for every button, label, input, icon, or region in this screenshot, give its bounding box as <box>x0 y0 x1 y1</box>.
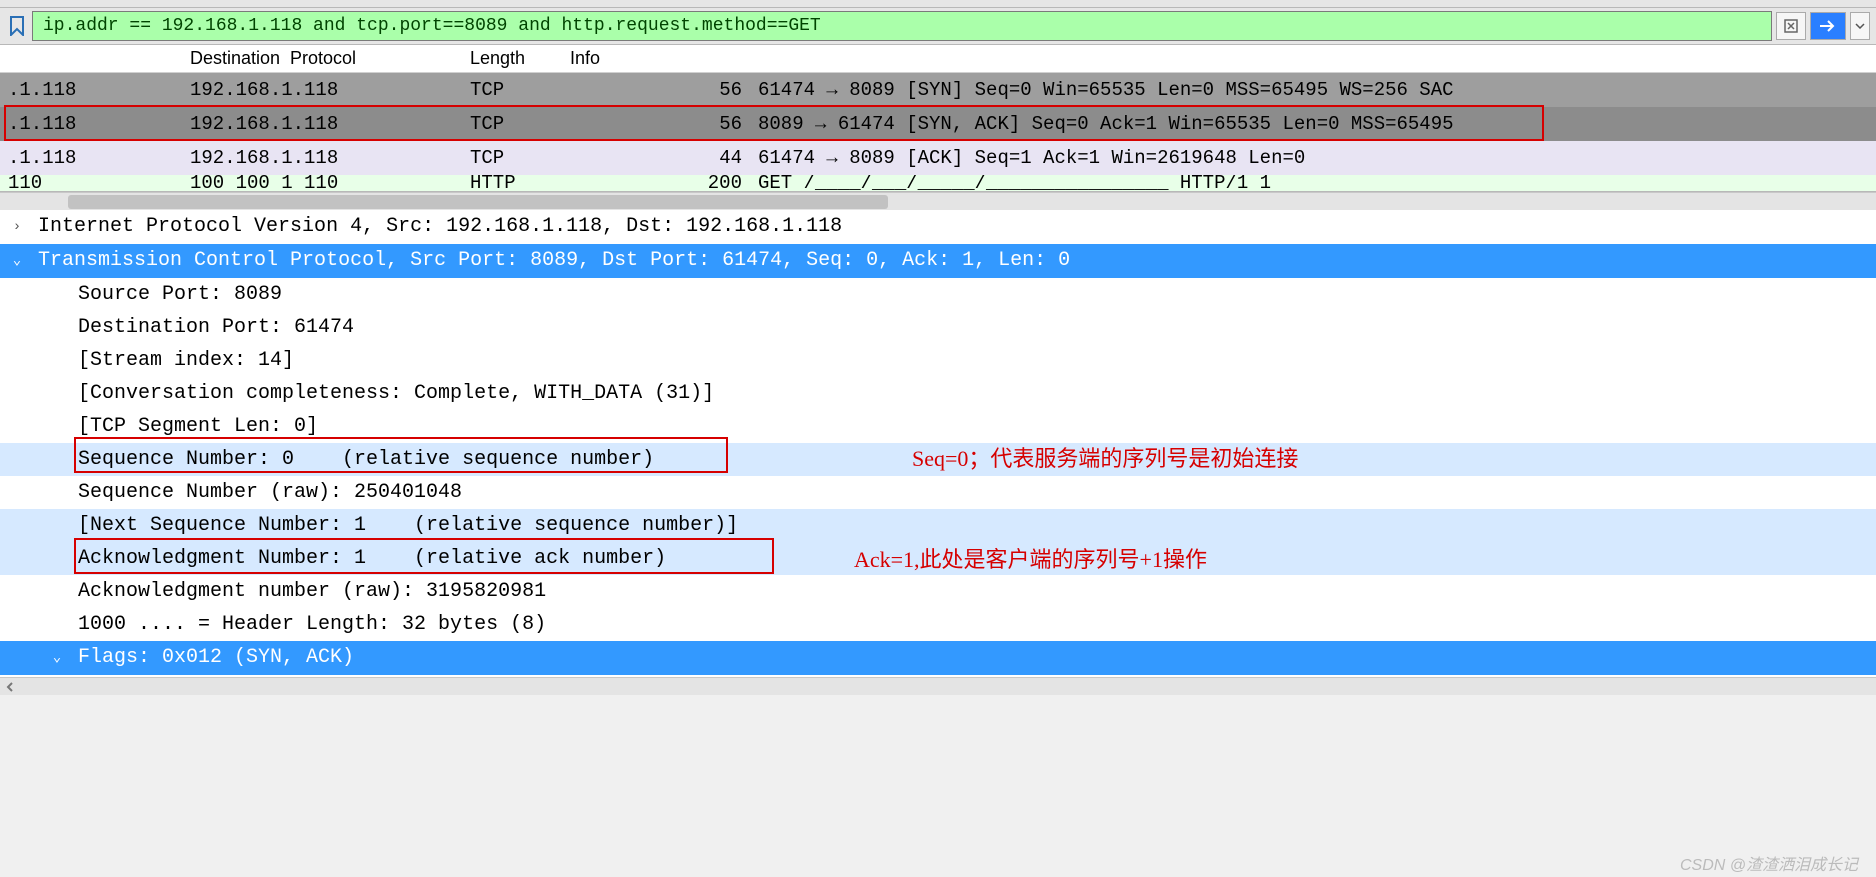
chevron-down-icon[interactable]: ⌄ <box>48 642 66 675</box>
col-info[interactable]: Info <box>560 48 1876 69</box>
chevron-right-icon[interactable]: › <box>8 211 26 244</box>
packet-row-selected[interactable]: .1.118 192.168.1.118 TCP 56 8089 → 61474… <box>0 107 1876 141</box>
packet-row[interactable]: .1.118 192.168.1.118 TCP 44 61474 → 8089… <box>0 141 1876 175</box>
tree-seg-len[interactable]: [TCP Segment Len: 0] <box>0 410 1876 443</box>
tree-header-len[interactable]: 1000 .... = Header Length: 32 bytes (8) <box>0 608 1876 641</box>
filter-dropdown-button[interactable] <box>1850 12 1870 40</box>
packet-row[interactable]: .1.118 192.168.1.118 TCP 56 61474 → 8089… <box>0 73 1876 107</box>
packet-list-header[interactable]: Destination Protocol Length Info <box>0 45 1876 73</box>
bookmark-icon[interactable] <box>6 15 28 37</box>
watermark-text: CSDN @渣渣洒泪成长记 <box>1680 851 1858 875</box>
scroll-left-icon[interactable] <box>3 680 17 694</box>
display-filter-input[interactable] <box>32 11 1772 41</box>
toolbar-edge <box>0 0 1876 8</box>
chevron-down-icon[interactable]: ⌄ <box>8 245 26 278</box>
tree-dst-port[interactable]: Destination Port: 61474 <box>0 311 1876 344</box>
detail-hscroll[interactable] <box>0 677 1876 695</box>
scrollbar-thumb[interactable] <box>68 195 888 209</box>
tree-stream-index[interactable]: [Stream index: 14] <box>0 344 1876 377</box>
annotation-seq-text: Seq=0；代表服务端的序列号是初始连接 <box>912 442 1298 475</box>
tree-ack-raw[interactable]: Acknowledgment number (raw): 3195820981 <box>0 575 1876 608</box>
tree-next-seq[interactable]: [Next Sequence Number: 1 (relative seque… <box>0 509 1876 542</box>
tree-seq-raw[interactable]: Sequence Number (raw): 250401048 <box>0 476 1876 509</box>
tree-ipv4[interactable]: › Internet Protocol Version 4, Src: 192.… <box>0 210 1876 244</box>
tree-src-port[interactable]: Source Port: 8089 <box>0 278 1876 311</box>
packet-row-partial[interactable]: 110 100 100 1 110 HTTP 200 GET /____/___… <box>0 175 1876 191</box>
tree-conv-completeness[interactable]: [Conversation completeness: Complete, WI… <box>0 377 1876 410</box>
col-destination[interactable]: Destination <box>0 48 280 69</box>
apply-filter-button[interactable] <box>1810 12 1846 40</box>
tree-flags[interactable]: ⌄ Flags: 0x012 (SYN, ACK) <box>0 641 1876 675</box>
packet-details-pane: › Internet Protocol Version 4, Src: 192.… <box>0 210 1876 677</box>
tree-tcp-header[interactable]: ⌄ Transmission Control Protocol, Src Por… <box>0 244 1876 278</box>
col-protocol[interactable]: Protocol <box>280 48 460 69</box>
packet-list-hscroll[interactable] <box>0 192 1876 210</box>
packet-list-pane: Destination Protocol Length Info .1.118 … <box>0 45 1876 192</box>
filter-bar <box>0 8 1876 45</box>
annotation-ack-text: Ack=1,此处是客户端的序列号+1操作 <box>854 543 1207 576</box>
col-length[interactable]: Length <box>460 48 560 69</box>
clear-filter-button[interactable] <box>1776 12 1806 40</box>
